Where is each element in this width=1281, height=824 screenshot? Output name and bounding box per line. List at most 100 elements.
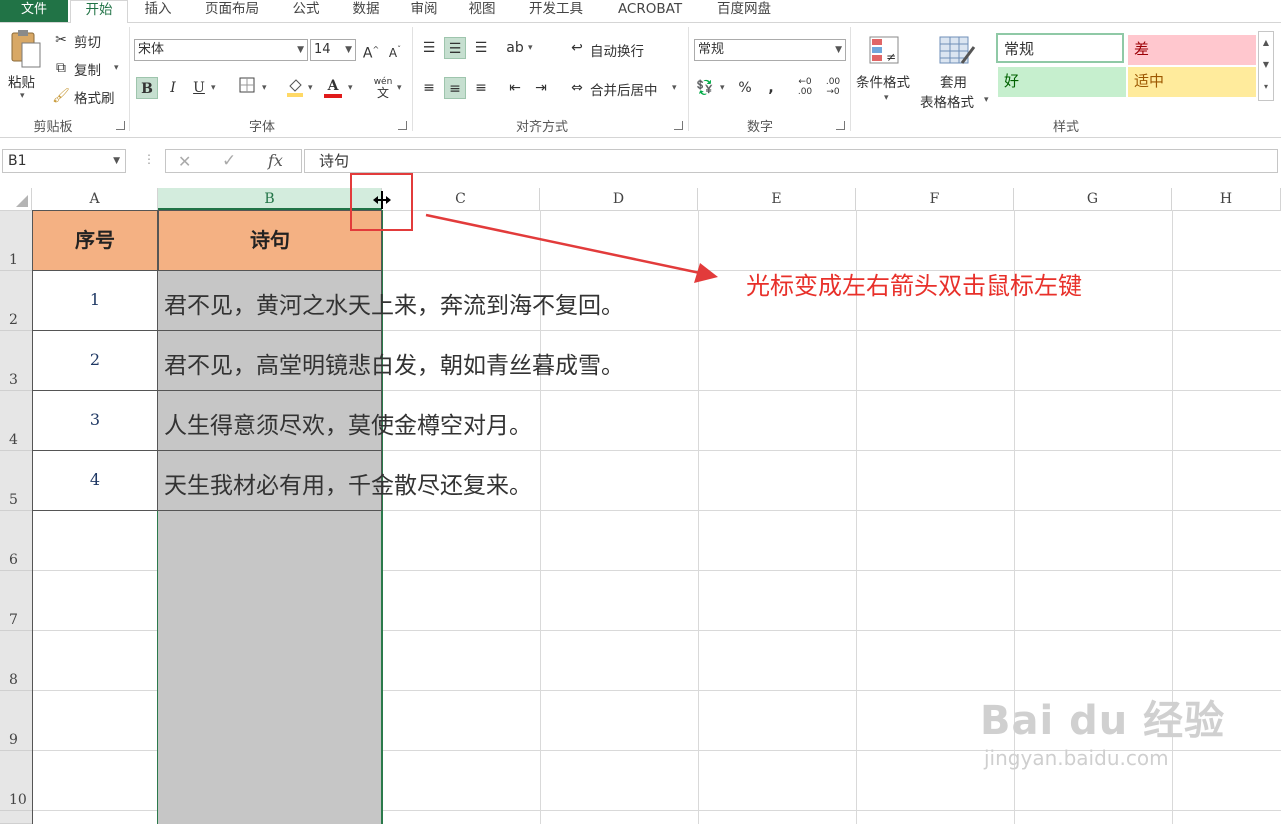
align-left-icon[interactable]: ≡ (418, 77, 440, 99)
clipboard-launcher-icon[interactable] (116, 121, 125, 130)
cell-a5[interactable]: 4 (32, 450, 158, 511)
orientation-icon[interactable]: ab (504, 37, 526, 59)
row-header-10[interactable]: 10 (0, 751, 32, 811)
decrease-indent-icon[interactable]: ⇤ (504, 77, 526, 99)
increase-indent-icon[interactable]: ⇥ (530, 77, 552, 99)
row-header-6[interactable]: 6 (0, 511, 32, 571)
row-header-11[interactable] (0, 811, 32, 824)
number-format-select[interactable]: 常规 ▼ (694, 39, 846, 61)
chevron-down-icon[interactable]: ▼ (113, 150, 120, 172)
conditional-format-icon[interactable]: ≠ (868, 33, 904, 69)
column-header-h[interactable]: H (1172, 188, 1281, 210)
number-launcher-icon[interactable] (836, 121, 845, 130)
currency-icon[interactable]: 💱 (694, 77, 716, 99)
orientation-dropdown-icon[interactable]: ▾ (528, 43, 533, 53)
align-middle-icon[interactable]: ☰ (444, 37, 466, 59)
cell-a3[interactable]: 2 (32, 330, 158, 391)
underline-dropdown-icon[interactable]: ▾ (211, 83, 216, 93)
column-header-a[interactable]: A (32, 188, 158, 210)
column-header-g[interactable]: G (1014, 188, 1172, 210)
percent-button[interactable]: % (734, 77, 756, 99)
tab-page-layout[interactable]: 页面布局 (196, 0, 268, 22)
border-icon[interactable] (236, 77, 258, 99)
row-header-9[interactable]: 9 (0, 691, 32, 751)
decrease-decimal-icon[interactable]: .00 →0 (822, 77, 844, 99)
align-right-icon[interactable]: ≡ (470, 77, 492, 99)
tab-review[interactable]: 审阅 (400, 0, 448, 22)
cell-b1[interactable]: 诗句 (158, 210, 382, 271)
row-header-4[interactable]: 4 (0, 391, 32, 451)
alignment-launcher-icon[interactable] (674, 121, 683, 130)
styles-scroll[interactable]: ▲ ▼ ▾ (1258, 31, 1274, 101)
comma-button[interactable]: , (760, 77, 782, 99)
name-box[interactable]: B1 ▼ (2, 149, 126, 173)
resize-cursor-icon[interactable] (372, 190, 392, 210)
phonetic-icon[interactable]: wén 文 (372, 77, 394, 101)
font-launcher-icon[interactable] (398, 121, 407, 130)
table-format-label-2[interactable]: 表格格式 (920, 91, 974, 111)
bold-button[interactable]: B (136, 77, 158, 99)
tab-data[interactable]: 数据 (342, 0, 390, 22)
align-center-icon[interactable]: ≡ (444, 77, 466, 99)
format-painter-button[interactable]: 格式刷 (74, 87, 115, 107)
grow-font-icon[interactable]: A^ (360, 39, 382, 62)
copy-button[interactable]: 复制 (74, 59, 101, 79)
enter-icon[interactable]: ✓ (222, 151, 236, 171)
cancel-icon[interactable]: ✕ (178, 152, 191, 171)
tab-acrobat[interactable]: ACROBAT (606, 0, 694, 22)
format-painter-icon[interactable]: 🖌 (50, 85, 72, 107)
paste-dropdown-icon[interactable]: ▾ (20, 91, 25, 101)
style-neutral[interactable]: 适中 (1128, 67, 1256, 97)
row-header-8[interactable]: 8 (0, 631, 32, 691)
row-header-3[interactable]: 3 (0, 331, 32, 391)
tab-insert[interactable]: 插入 (134, 0, 182, 22)
row-header-2[interactable]: 2 (0, 271, 32, 331)
copy-icon[interactable]: ⧉ (50, 57, 72, 79)
font-name-select[interactable]: 宋体 ▼ (134, 39, 308, 61)
copy-dropdown-icon[interactable]: ▾ (114, 63, 119, 73)
currency-dropdown-icon[interactable]: ▾ (720, 83, 725, 93)
row-header-7[interactable]: 7 (0, 571, 32, 631)
tab-home[interactable]: 开始 (70, 0, 128, 24)
font-size-select[interactable]: 14 ▼ (310, 39, 356, 61)
select-all-button[interactable] (0, 188, 32, 210)
paste-button[interactable]: 粘贴 (8, 71, 35, 91)
style-bad[interactable]: 差 (1128, 35, 1256, 65)
tab-baidu-netdisk[interactable]: 百度网盘 (706, 0, 782, 22)
conditional-format-dropdown-icon[interactable]: ▾ (884, 93, 889, 103)
table-format-dropdown-icon[interactable]: ▾ (984, 95, 989, 105)
cut-button[interactable]: 剪切 (74, 31, 101, 51)
wrap-text-button[interactable]: 自动换行 (590, 40, 644, 60)
paste-icon[interactable] (8, 29, 42, 69)
phonetic-dropdown-icon[interactable]: ▾ (397, 83, 402, 93)
font-color-dropdown-icon[interactable]: ▾ (348, 83, 353, 93)
tab-view[interactable]: 视图 (458, 0, 506, 22)
border-dropdown-icon[interactable]: ▾ (262, 83, 267, 93)
column-header-b[interactable]: B (158, 188, 382, 210)
insert-function-icon[interactable]: fx (268, 151, 283, 170)
shrink-font-icon[interactable]: Aˇ (384, 39, 406, 61)
merge-dropdown-icon[interactable]: ▾ (672, 83, 677, 93)
column-header-f[interactable]: F (856, 188, 1014, 210)
style-normal[interactable]: 常规 (996, 33, 1124, 63)
align-bottom-icon[interactable]: ☰ (470, 37, 492, 59)
fill-color-icon[interactable] (284, 77, 306, 99)
wrap-text-icon[interactable]: ↩ (566, 37, 588, 59)
row-header-5[interactable]: 5 (0, 451, 32, 511)
formula-input[interactable]: 诗句 (304, 149, 1278, 173)
table-format-icon[interactable] (936, 33, 976, 69)
style-good[interactable]: 好 (998, 67, 1126, 97)
tab-file[interactable]: 文件 (0, 0, 68, 22)
table-format-label-1[interactable]: 套用 (940, 71, 967, 91)
font-color-icon[interactable]: A (322, 75, 344, 98)
tab-formulas[interactable]: 公式 (282, 0, 330, 22)
row-header-1[interactable]: 1 (0, 211, 32, 271)
increase-decimal-icon[interactable]: ←0.00 (794, 77, 816, 99)
scissors-icon[interactable]: ✂ (50, 29, 72, 51)
underline-button[interactable]: U (188, 77, 210, 99)
cell-a2[interactable]: 1 (32, 270, 158, 331)
conditional-format-button[interactable]: 条件格式 (856, 71, 910, 91)
italic-button[interactable]: I (162, 77, 184, 99)
tab-developer[interactable]: 开发工具 (518, 0, 594, 22)
fill-color-dropdown-icon[interactable]: ▾ (308, 83, 313, 93)
